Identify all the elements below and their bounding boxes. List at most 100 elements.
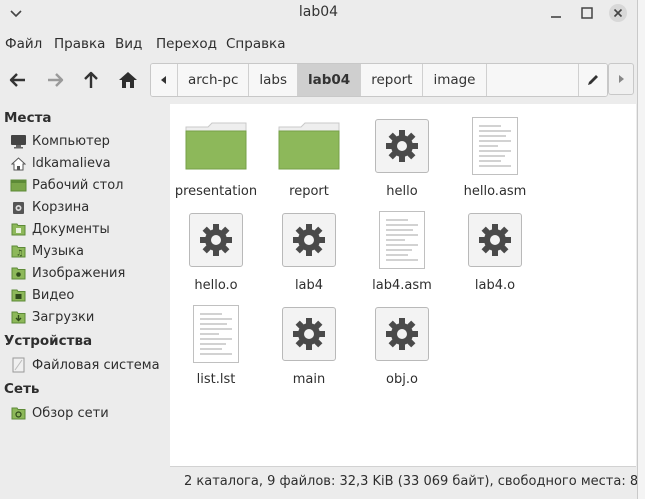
minimize-icon[interactable] bbox=[546, 3, 566, 23]
menu-edit[interactable]: Правка bbox=[54, 36, 105, 52]
breadcrumb-spacer bbox=[486, 64, 579, 96]
sidebar-item-music[interactable]: ♫ Музыка bbox=[10, 241, 84, 261]
sidebar-item-documents[interactable]: Документы bbox=[10, 219, 110, 239]
executable-icon bbox=[468, 213, 522, 267]
drive-icon bbox=[10, 357, 27, 373]
file-name: hello.o bbox=[194, 278, 238, 293]
breadcrumb-right-button[interactable] bbox=[608, 63, 634, 95]
file-item-hello[interactable]: hello bbox=[356, 116, 448, 199]
text-file-icon bbox=[472, 117, 518, 175]
sidebar-item-label: Загрузки bbox=[32, 309, 95, 325]
back-button[interactable] bbox=[3, 64, 33, 96]
executable-icon bbox=[375, 119, 429, 173]
sidebar-item-label: ldkamalieva bbox=[32, 155, 111, 171]
file-name: list.lst bbox=[196, 372, 236, 387]
sidebar-heading-devices: Устройства bbox=[4, 333, 93, 349]
sidebar-item-pictures[interactable]: Изображения bbox=[10, 263, 125, 283]
executable-thumb bbox=[263, 210, 355, 270]
home-button[interactable] bbox=[113, 64, 143, 96]
breadcrumb-left-button[interactable] bbox=[151, 64, 178, 96]
sidebar-heading-network: Сеть bbox=[4, 381, 40, 397]
file-item-obj-o[interactable]: obj.o bbox=[356, 304, 448, 387]
file-manager-window: lab04 Файл Правка Вид Переход Справка ar… bbox=[0, 0, 638, 499]
music-folder-icon: ♫ bbox=[10, 243, 27, 259]
sidebar-item-label: Документы bbox=[32, 221, 110, 237]
file-name: lab4.o bbox=[474, 278, 516, 293]
sidebar-heading-places: Места bbox=[4, 110, 52, 126]
sidebar-item-filesystem[interactable]: Файловая система bbox=[10, 355, 160, 375]
sidebar-item-videos[interactable]: Видео bbox=[10, 285, 74, 305]
menu-go[interactable]: Переход bbox=[156, 36, 217, 52]
pictures-folder-icon bbox=[10, 265, 27, 281]
executable-icon bbox=[282, 307, 336, 361]
breadcrumb-item-report[interactable]: report bbox=[361, 64, 424, 96]
home-icon bbox=[119, 72, 137, 88]
text-file-icon bbox=[379, 211, 425, 269]
breadcrumb: arch-pc labs lab04 report image bbox=[150, 63, 608, 97]
downloads-folder-icon bbox=[10, 309, 27, 325]
file-name: main bbox=[292, 372, 326, 387]
arrow-right-icon bbox=[48, 73, 64, 87]
sidebar-item-label: Видео bbox=[32, 287, 75, 303]
menu-help[interactable]: Справка bbox=[226, 36, 285, 52]
sidebar-item-home[interactable]: ldkamalieva bbox=[10, 153, 111, 173]
status-text: 2 каталога, 9 файлов: 32,3 KiB (33 069 б… bbox=[184, 474, 638, 489]
status-bar: 2 каталога, 9 файлов: 32,3 KiB (33 069 б… bbox=[170, 466, 638, 499]
executable-thumb bbox=[356, 304, 448, 364]
breadcrumb-item-lab04[interactable]: lab04 bbox=[298, 64, 362, 96]
menu-bar: Файл Правка Вид Переход Справка bbox=[0, 32, 637, 56]
sidebar-item-label: Корзина bbox=[32, 199, 90, 215]
executable-thumb bbox=[263, 304, 355, 364]
file-name: presentation bbox=[174, 184, 258, 199]
text-file-thumb bbox=[170, 304, 262, 364]
sidebar-item-label: Музыка bbox=[32, 243, 84, 259]
up-button[interactable] bbox=[76, 64, 106, 96]
close-icon[interactable] bbox=[608, 3, 628, 23]
sidebar-item-label: Компьютер bbox=[32, 133, 110, 149]
sidebar-item-label: Изображения bbox=[32, 265, 126, 281]
file-item-lab4-o[interactable]: lab4.o bbox=[449, 210, 541, 293]
file-item-presentation[interactable]: presentation bbox=[170, 116, 262, 199]
menu-view[interactable]: Вид bbox=[115, 36, 142, 52]
desktop-folder-icon bbox=[10, 177, 27, 193]
file-name: hello.asm bbox=[463, 184, 527, 199]
sidebar-item-network[interactable]: Обзор сети bbox=[10, 403, 109, 423]
file-item-hello-o[interactable]: hello.o bbox=[170, 210, 262, 293]
file-name: lab4 bbox=[294, 278, 324, 293]
file-item-report[interactable]: report bbox=[263, 116, 355, 199]
title-bar: lab04 bbox=[0, 0, 637, 26]
text-file-thumb bbox=[449, 116, 541, 176]
file-name: report bbox=[289, 184, 329, 199]
breadcrumb-item-labs[interactable]: labs bbox=[249, 64, 299, 96]
sidebar-item-computer[interactable]: Компьютер bbox=[10, 131, 110, 151]
sidebar-item-downloads[interactable]: Загрузки bbox=[10, 307, 94, 327]
forward-button[interactable] bbox=[40, 64, 70, 96]
edit-location-button[interactable] bbox=[579, 64, 607, 96]
network-icon bbox=[10, 405, 27, 421]
maximize-icon[interactable] bbox=[577, 3, 597, 23]
executable-thumb bbox=[449, 210, 541, 270]
videos-folder-icon bbox=[10, 287, 27, 303]
home-icon bbox=[10, 155, 27, 171]
file-item-main[interactable]: main bbox=[263, 304, 355, 387]
breadcrumb-item-arch-pc[interactable]: arch-pc bbox=[178, 64, 250, 96]
sidebar-item-label: Рабочий стол bbox=[32, 177, 124, 193]
executable-thumb bbox=[356, 116, 448, 176]
file-item-list-lst[interactable]: list.lst bbox=[170, 304, 262, 387]
background-window-edge bbox=[637, 0, 645, 499]
folder-icon bbox=[170, 116, 262, 176]
documents-folder-icon bbox=[10, 221, 27, 237]
file-item-hello-asm[interactable]: hello.asm bbox=[449, 116, 541, 199]
arrow-up-icon bbox=[84, 71, 98, 88]
file-item-lab4[interactable]: lab4 bbox=[263, 210, 355, 293]
breadcrumb-item-image[interactable]: image bbox=[423, 64, 487, 96]
sidebar-item-desktop[interactable]: Рабочий стол bbox=[10, 175, 123, 195]
sidebar-item-trash[interactable]: Корзина bbox=[10, 197, 89, 217]
pencil-icon bbox=[588, 75, 598, 85]
executable-thumb bbox=[170, 210, 262, 270]
file-name: lab4.asm bbox=[372, 278, 432, 293]
menu-file[interactable]: Файл bbox=[5, 36, 42, 52]
executable-icon bbox=[282, 213, 336, 267]
file-item-lab4-asm[interactable]: lab4.asm bbox=[356, 210, 448, 293]
text-file-thumb bbox=[356, 210, 448, 270]
